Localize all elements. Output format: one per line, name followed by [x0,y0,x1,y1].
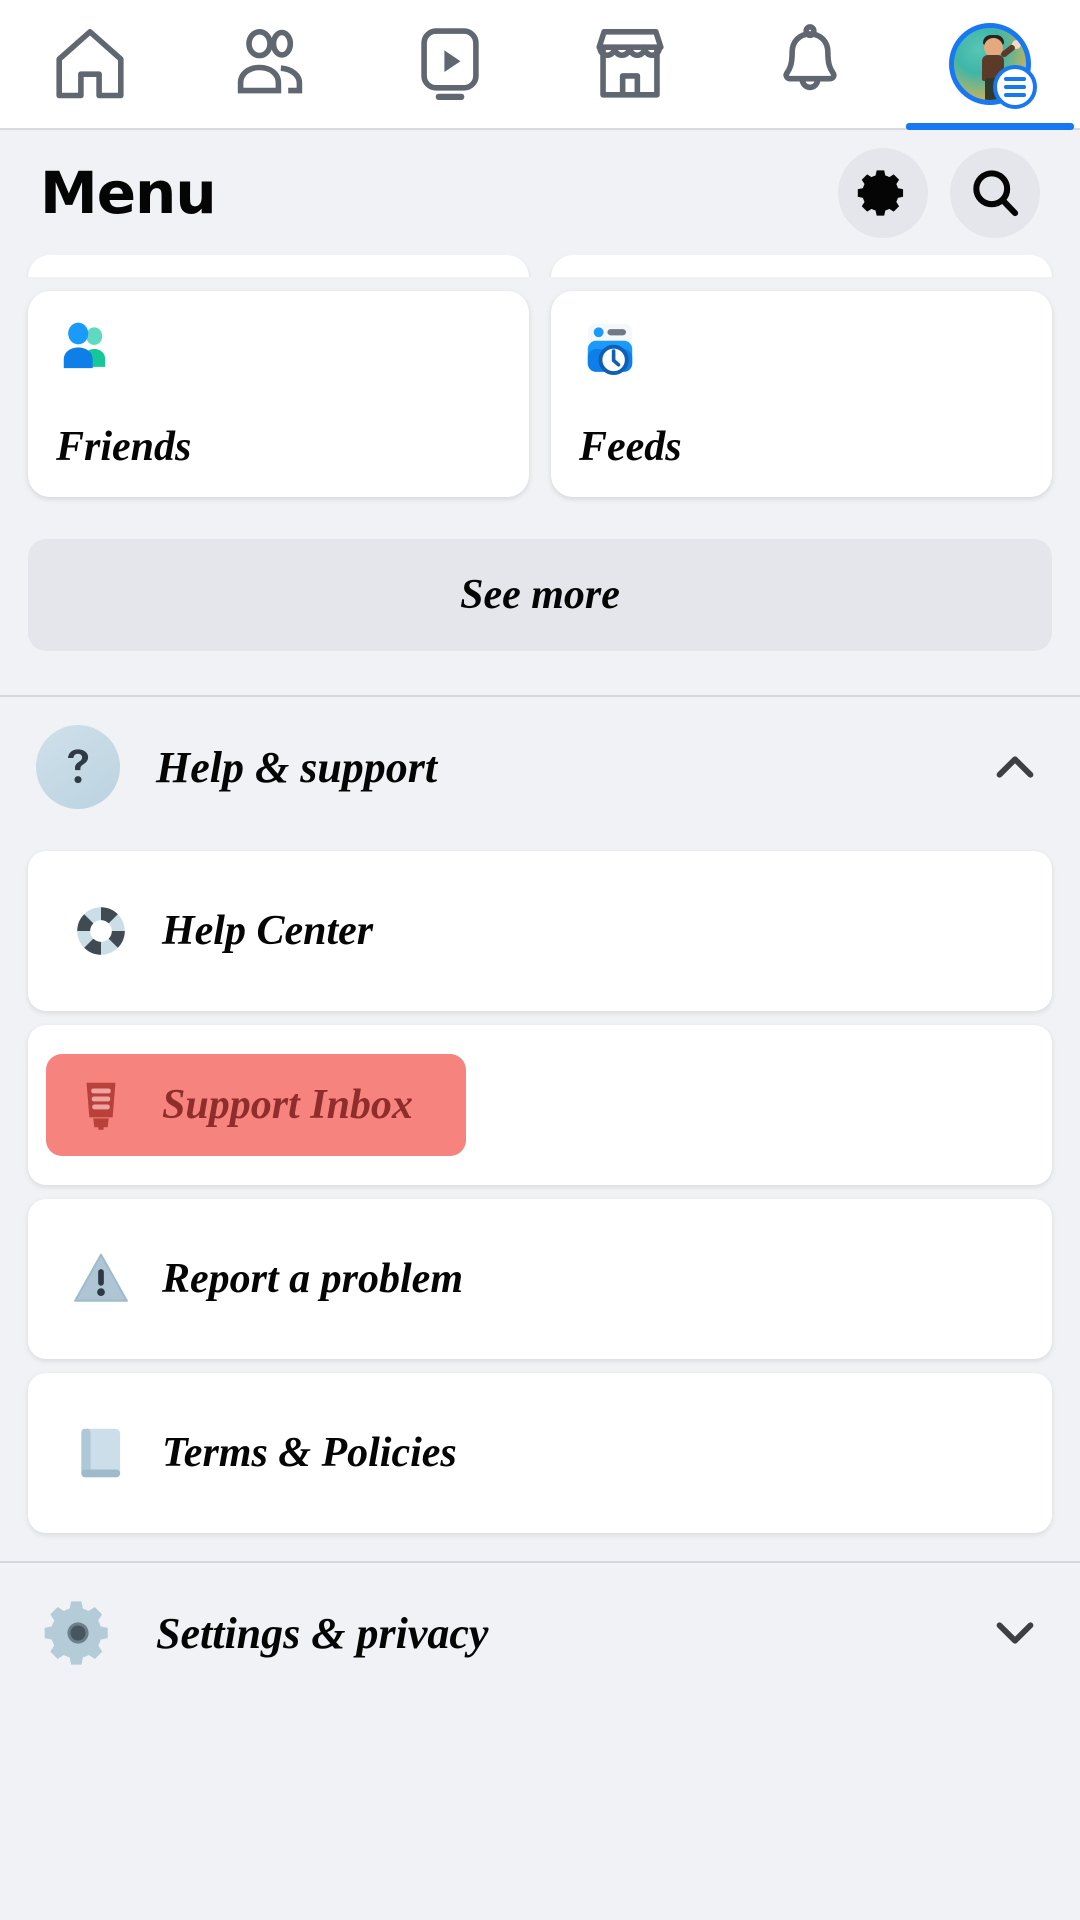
list-item-label-support-inbox: Support Inbox [162,1081,413,1129]
list-item-support-inbox[interactable]: Support Inbox [28,1025,1052,1185]
clipped-card-right[interactable] [551,255,1052,277]
inbox-tray-icon [70,1074,132,1136]
lifebuoy-icon [70,900,132,962]
clipped-shortcut-row-above [0,255,1080,277]
tab-notifications[interactable] [720,0,900,128]
highlight-overlay-support-inbox: Support Inbox [46,1054,466,1156]
section-header-settings-privacy[interactable]: Settings & privacy [0,1563,1080,1703]
tab-friends[interactable] [180,0,360,128]
gear-icon [37,1592,119,1674]
avatar[interactable] [949,23,1031,105]
inbox-tray-icon-wrap [68,1072,134,1138]
menu-content: Friends Feeds See more Help & sup [0,255,1080,1703]
tab-menu[interactable] [900,0,1080,128]
feeds-icon [579,317,641,379]
list-item-label-terms-and-policies: Terms & Policies [162,1429,457,1477]
section-header-help-support[interactable]: Help & support [0,697,1080,837]
tab-home[interactable] [0,0,180,128]
people-icon [228,22,312,106]
marketplace-icon [588,22,672,106]
shortcut-label-friends: Friends [56,423,501,471]
clipped-card-left[interactable] [28,255,529,277]
list-item-label-report-a-problem: Report a problem [162,1255,463,1303]
tab-video[interactable] [360,0,540,128]
chevron-up-icon[interactable] [986,738,1044,796]
row-inner-terms-and-policies: Terms & Policies [46,1402,479,1504]
book-icon [70,1422,132,1484]
question-mark-icon-wrap [36,725,120,809]
warning-triangle-icon-wrap [68,1246,134,1312]
row-inner-help-center: Help Center [46,880,395,982]
list-item-terms-and-policies[interactable]: Terms & Policies [28,1373,1052,1533]
shortcut-card-feeds[interactable]: Feeds [551,291,1052,497]
page-title: Menu [40,159,216,227]
list-item-label-help-center: Help Center [162,907,373,955]
shortcut-card-friends[interactable]: Friends [28,291,529,497]
warning-triangle-icon [70,1248,132,1310]
video-play-icon [408,22,492,106]
bell-icon [768,22,852,106]
settings-button[interactable] [838,148,928,238]
section-title-help-support: Help & support [156,742,986,793]
friends-icon [56,317,118,379]
settings-gear-icon-wrap [36,1591,120,1675]
book-icon-wrap [68,1420,134,1486]
chevron-down-icon[interactable] [986,1604,1044,1662]
hamburger-menu-badge-icon [993,65,1037,109]
home-icon [48,22,132,106]
section-title-settings-privacy: Settings & privacy [156,1608,986,1659]
search-icon [967,165,1023,221]
list-item-report-a-problem[interactable]: Report a problem [28,1199,1052,1359]
shortcut-row: Friends Feeds [0,291,1080,497]
top-navigation-bar [0,0,1080,130]
list-item-help-center[interactable]: Help Center [28,851,1052,1011]
see-more-button[interactable]: See more [28,539,1052,651]
row-inner-report-a-problem: Report a problem [46,1228,485,1330]
question-mark-icon [54,743,102,791]
tab-marketplace[interactable] [540,0,720,128]
lifebuoy-icon-wrap [68,898,134,964]
search-button[interactable] [950,148,1040,238]
shortcut-label-feeds: Feeds [579,423,1024,471]
gear-icon [855,165,911,221]
menu-header: Menu [0,130,1080,255]
header-actions [838,148,1040,238]
